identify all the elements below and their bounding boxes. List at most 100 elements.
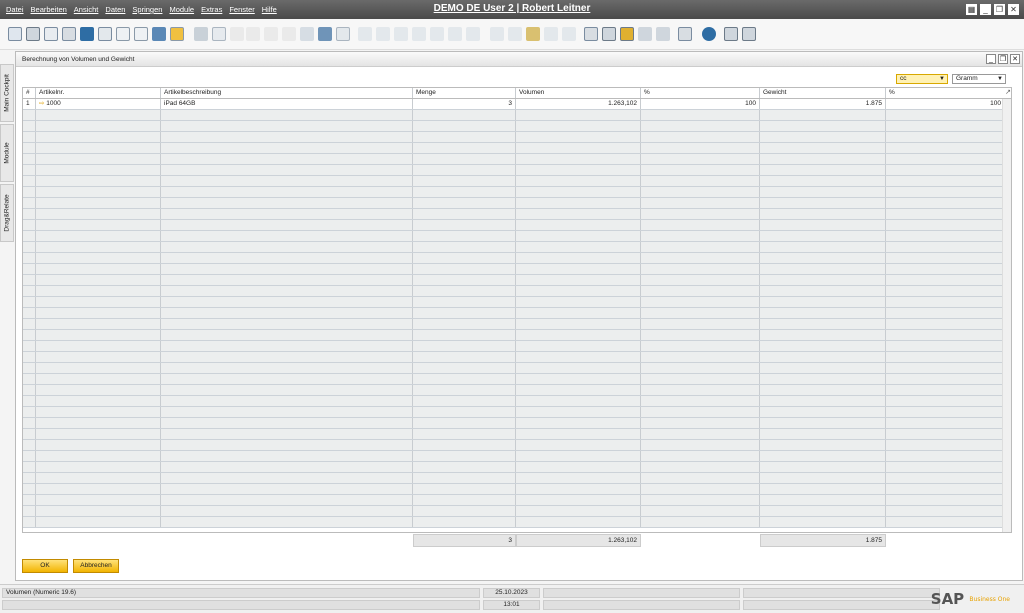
web-icon[interactable] [678, 27, 692, 41]
message-icon[interactable] [544, 27, 558, 41]
column-header-number[interactable]: # [23, 88, 36, 98]
form-close-icon[interactable]: ✕ [1010, 54, 1020, 64]
tab-drag-relate[interactable]: Drag&Relate [0, 184, 14, 242]
print-icon[interactable] [26, 27, 40, 41]
empty-row[interactable] [23, 385, 1011, 396]
sort-icon[interactable] [336, 27, 350, 41]
empty-row[interactable] [23, 407, 1011, 418]
restore-icon[interactable]: ❐ [994, 4, 1005, 15]
form-restore-icon[interactable]: ❐ [998, 54, 1008, 64]
calendar-icon[interactable] [602, 27, 616, 41]
empty-row[interactable] [23, 330, 1011, 341]
empty-row[interactable] [23, 473, 1011, 484]
lock-icon[interactable] [170, 27, 184, 41]
save-icon[interactable] [80, 27, 94, 41]
close-icon[interactable]: ✕ [1008, 4, 1019, 15]
empty-row[interactable] [23, 506, 1011, 517]
empty-row[interactable] [23, 220, 1011, 231]
volume-unit-select[interactable]: cc ▼ [896, 74, 948, 84]
journal-icon[interactable] [394, 27, 408, 41]
ok-button[interactable]: OK [22, 559, 68, 573]
empty-row[interactable] [23, 352, 1011, 363]
empty-row[interactable] [23, 429, 1011, 440]
column-header-item-no[interactable]: Artikelnr. [36, 88, 161, 98]
empty-row[interactable] [23, 308, 1011, 319]
email-icon[interactable] [44, 27, 58, 41]
empty-row[interactable] [23, 231, 1011, 242]
payment-icon[interactable] [412, 27, 426, 41]
empty-row[interactable] [23, 209, 1011, 220]
empty-row[interactable] [23, 176, 1011, 187]
find-icon[interactable] [194, 27, 208, 41]
document-icon[interactable] [116, 27, 130, 41]
add-icon[interactable] [212, 27, 226, 41]
target-document-icon[interactable] [376, 27, 390, 41]
empty-row[interactable] [23, 396, 1011, 407]
column-header-description[interactable]: Artikelbeschreibung [161, 88, 413, 98]
tab-main-cockpit[interactable]: Main Cockpit [0, 64, 14, 122]
empty-row[interactable] [23, 462, 1011, 473]
empty-row[interactable] [23, 154, 1011, 165]
users-icon[interactable] [656, 27, 670, 41]
empty-row[interactable] [23, 143, 1011, 154]
new-document-icon[interactable] [8, 27, 22, 41]
tab-module[interactable]: Module [0, 124, 14, 182]
refresh-icon[interactable] [300, 27, 314, 41]
minimize-icon[interactable]: _ [980, 4, 991, 15]
next-record-icon[interactable] [264, 27, 278, 41]
link-arrow-icon[interactable]: ⇨ [39, 100, 44, 107]
base-document-icon[interactable] [358, 27, 372, 41]
expand-icon[interactable]: ↗ [1005, 88, 1011, 98]
empty-row[interactable] [23, 198, 1011, 209]
previous-record-icon[interactable] [246, 27, 260, 41]
empty-row[interactable] [23, 341, 1011, 352]
draft-icon[interactable] [526, 27, 540, 41]
column-header-volume-percent[interactable]: % [641, 88, 760, 98]
org-chart-icon[interactable] [638, 27, 652, 41]
empty-row[interactable] [23, 286, 1011, 297]
chat-icon[interactable] [562, 27, 576, 41]
excel-icon[interactable] [98, 27, 112, 41]
upload-icon[interactable] [152, 27, 166, 41]
filter-icon[interactable] [318, 27, 332, 41]
alerts-icon[interactable] [620, 27, 634, 41]
table-row[interactable]: 1 ⇨ 1000 iPad 64GB 3 1.263,102 100 1.875… [23, 99, 1011, 110]
volume-weight-icon[interactable] [448, 27, 462, 41]
column-header-weight[interactable]: Gewicht [760, 88, 886, 98]
gross-profit-icon[interactable] [430, 27, 444, 41]
preview-icon[interactable] [134, 27, 148, 41]
empty-row[interactable] [23, 121, 1011, 132]
grid-scrollbar[interactable] [1002, 99, 1011, 532]
empty-row[interactable] [23, 440, 1011, 451]
edit-icon[interactable] [490, 27, 504, 41]
column-header-volume[interactable]: Volumen [516, 88, 641, 98]
empty-row[interactable] [23, 297, 1011, 308]
weight-unit-select[interactable]: Gramm ▼ [952, 74, 1006, 84]
empty-row[interactable] [23, 264, 1011, 275]
layout-icon[interactable] [508, 27, 522, 41]
item-number-cell[interactable]: ⇨ 1000 [36, 99, 161, 109]
empty-row[interactable] [23, 418, 1011, 429]
cancel-button[interactable]: Abbrechen [73, 559, 119, 573]
last-record-icon[interactable] [282, 27, 296, 41]
empty-row[interactable] [23, 484, 1011, 495]
empty-row[interactable] [23, 451, 1011, 462]
help-icon[interactable] [702, 27, 716, 41]
empty-row[interactable] [23, 495, 1011, 506]
empty-row[interactable] [23, 110, 1011, 121]
form-settings-icon[interactable] [584, 27, 598, 41]
empty-row[interactable] [23, 253, 1011, 264]
logoff-icon[interactable] [742, 27, 756, 41]
empty-row[interactable] [23, 319, 1011, 330]
first-record-icon[interactable] [230, 27, 244, 41]
app-menu-icon[interactable]: ▦ [966, 4, 977, 15]
empty-row[interactable] [23, 374, 1011, 385]
related-activities-icon[interactable] [466, 27, 480, 41]
empty-row[interactable] [23, 165, 1011, 176]
empty-row[interactable] [23, 242, 1011, 253]
form-minimize-icon[interactable]: _ [986, 54, 996, 64]
empty-row[interactable] [23, 187, 1011, 198]
empty-row[interactable] [23, 132, 1011, 143]
column-header-weight-percent[interactable]: % [886, 88, 1005, 98]
export-icon[interactable] [62, 27, 76, 41]
